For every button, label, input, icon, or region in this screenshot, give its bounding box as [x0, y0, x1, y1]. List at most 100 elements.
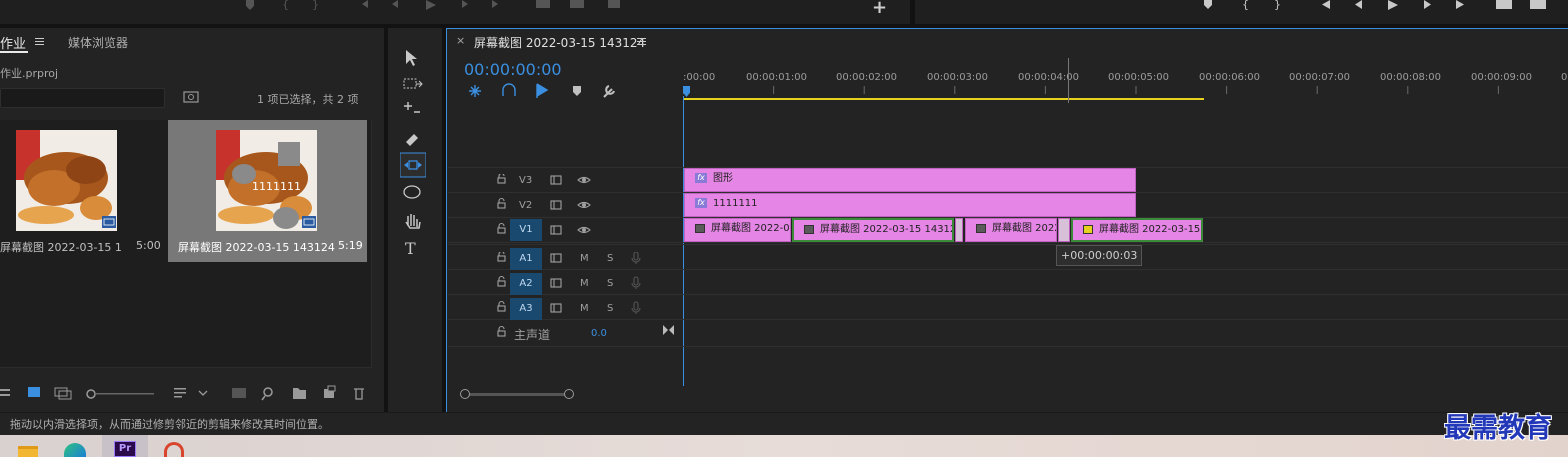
item-name: 屏幕截图 2022-03-15 143124 — [178, 241, 335, 254]
tab-underline — [0, 51, 28, 53]
solo-button-a3[interactable]: S — [607, 303, 613, 314]
file-explorer-icon[interactable] — [18, 446, 38, 457]
ruler-label: 00:00:06:00 — [1199, 72, 1261, 83]
clip-v2-text[interactable]: fx 1111111 — [684, 193, 1136, 217]
ruler-label: 00:00:03:00 — [927, 72, 989, 83]
taskbar — [0, 435, 1568, 457]
hand-tool-icon — [405, 214, 421, 229]
trim-offset-tooltip: +00:00:00:03 — [1056, 245, 1143, 266]
status-message: 拖动以内滑选择项，从而通过修剪邻近的剪辑来修改其时间位置。 — [10, 418, 329, 431]
svg-text:}: } — [312, 0, 319, 11]
project-panel: 作业 媒体浏览器 作业.prproj 1 项已选择，共 2 项 屏幕截图 202… — [0, 28, 384, 412]
clip-label: 屏幕截图 2022-03-15 143124. — [820, 224, 954, 235]
project-item-2[interactable]: 1111111 屏幕截图 2022-03-15 143124 5:19 — [168, 120, 367, 262]
program-play-icon — [1388, 0, 1398, 10]
clip-v1-3[interactable]: 屏幕截图 2022 — [965, 218, 1057, 242]
marker-icon — [246, 0, 254, 10]
selection-tool-icon — [406, 50, 417, 66]
track-select-tool-icon — [403, 78, 417, 89]
ruler-label-partial: 0 — [1561, 72, 1568, 83]
master-volume-value[interactable]: 0.0 — [591, 328, 607, 339]
premiere-pro-icon[interactable]: Pr — [114, 441, 136, 457]
solo-button-a1[interactable]: S — [607, 253, 613, 264]
svg-text:{: { — [1242, 0, 1249, 11]
selection-info: 1 项已选择，共 2 项 — [257, 93, 359, 106]
sequence-menu-icon[interactable] — [637, 38, 646, 45]
program-transport-controls: { } — [1204, 0, 1546, 11]
ruler-label: 00:00:09:00 — [1471, 72, 1533, 83]
nest-toggle-icon — [469, 85, 481, 97]
tab-project[interactable]: 作业 — [0, 33, 26, 52]
clip-v1-gap-b[interactable] — [1058, 218, 1070, 242]
ruler-label: 00:00:01:00 — [746, 72, 808, 83]
project-file-name: 作业.prproj — [0, 67, 59, 80]
ruler-label: :00:00 — [683, 72, 716, 83]
play-icon — [426, 0, 436, 10]
type-tool-icon: T — [405, 239, 416, 258]
sequence-tab-title[interactable]: 屏幕截图 2022-03-15 143124 — [474, 34, 645, 51]
ruler-label: 00:00:04:00 — [1018, 72, 1080, 83]
clip-label: 屏幕截图 2022-0 — [711, 223, 790, 234]
find-icon — [263, 387, 273, 397]
item-name: 屏幕截图 2022-03-15 1431... — [0, 241, 122, 254]
clip-label: 图形 — [713, 173, 733, 184]
new-bin-icon — [293, 388, 306, 399]
item-duration: 5:00 — [136, 239, 161, 252]
svg-text:1111111: 1111111 — [252, 180, 301, 193]
close-sequence-icon[interactable]: × — [456, 34, 465, 47]
playhead-timecode[interactable]: 00:00:00:00 — [464, 60, 562, 79]
mute-button-a2[interactable]: M — [580, 278, 589, 289]
list-view-icon — [0, 389, 10, 391]
clip-v1-1[interactable]: 屏幕截图 2022-0 — [684, 218, 791, 242]
ellipse-tool-icon — [403, 185, 421, 199]
thumbnail-image — [16, 130, 117, 231]
svg-text:}: } — [1274, 0, 1281, 11]
add-marker-icon — [573, 86, 581, 96]
scrollbar-right-handle[interactable] — [564, 389, 574, 399]
project-bottom-toolbar — [0, 385, 364, 401]
timeline-horizontal-scrollbar[interactable] — [461, 393, 571, 396]
snap-icon — [502, 83, 516, 96]
other-app-icon[interactable] — [164, 442, 184, 457]
zoom-slider-handle — [86, 389, 96, 399]
ruler-label: 00:00:02:00 — [836, 72, 898, 83]
trim-indicator-line — [1068, 58, 1069, 103]
razor-tool-icon — [406, 134, 418, 146]
project-item-1[interactable]: 屏幕截图 2022-03-15 1431... 5:00 — [0, 120, 165, 262]
clip-v1-2[interactable]: 屏幕截图 2022-03-15 143124. — [792, 218, 954, 242]
tools-column: T — [400, 50, 426, 258]
track-target-v1[interactable]: V1 — [510, 219, 542, 241]
clip-v1-gap-a[interactable] — [955, 218, 963, 242]
clip-label: 1111111 — [713, 198, 758, 209]
track-label-v2[interactable]: V2 — [519, 200, 532, 211]
clip-label: 屏幕截图 2022-03-15 143 — [1099, 224, 1201, 235]
track-label-v3[interactable]: V3 — [519, 175, 532, 186]
monitor-divider — [910, 0, 915, 24]
zoom-slider — [96, 393, 154, 395]
mute-button-a3[interactable]: M — [580, 303, 589, 314]
ruler-label: 00:00:07:00 — [1289, 72, 1351, 83]
watermark-logo: 最需教育 — [1444, 413, 1552, 444]
add-button-icon[interactable]: + — [872, 0, 887, 18]
master-go-to-out-icon[interactable] — [662, 324, 676, 336]
thumbnail-image: 1111111 — [216, 130, 317, 231]
master-track-label: 主声道 — [514, 328, 551, 342]
clip-label: 屏幕截图 2022 — [992, 223, 1057, 234]
timeline-controls — [469, 83, 615, 98]
ruler-ticks — [683, 86, 1499, 94]
clip-v3-graphic[interactable]: fx 图形 — [684, 168, 1136, 192]
mute-button-a1[interactable]: M — [580, 253, 589, 264]
tab-media-browser[interactable]: 媒体浏览器 — [68, 34, 128, 51]
clip-v1-4[interactable]: 屏幕截图 2022-03-15 143 — [1071, 218, 1203, 242]
scrollbar-left-handle[interactable] — [460, 389, 470, 399]
ripple-edit-tool-icon — [404, 102, 420, 113]
ruler-label: 00:00:08:00 — [1380, 72, 1442, 83]
work-area-bar[interactable] — [683, 98, 1204, 100]
program-marker-icon — [1204, 0, 1212, 9]
panel-menu-icon[interactable] — [35, 38, 44, 45]
solo-button-a2[interactable]: S — [607, 278, 613, 289]
find-bin-icon[interactable] — [183, 91, 199, 103]
source-transport-controls: { } — [246, 0, 620, 11]
search-input[interactable] — [0, 88, 165, 108]
ruler-label: 00:00:05:00 — [1108, 72, 1170, 83]
